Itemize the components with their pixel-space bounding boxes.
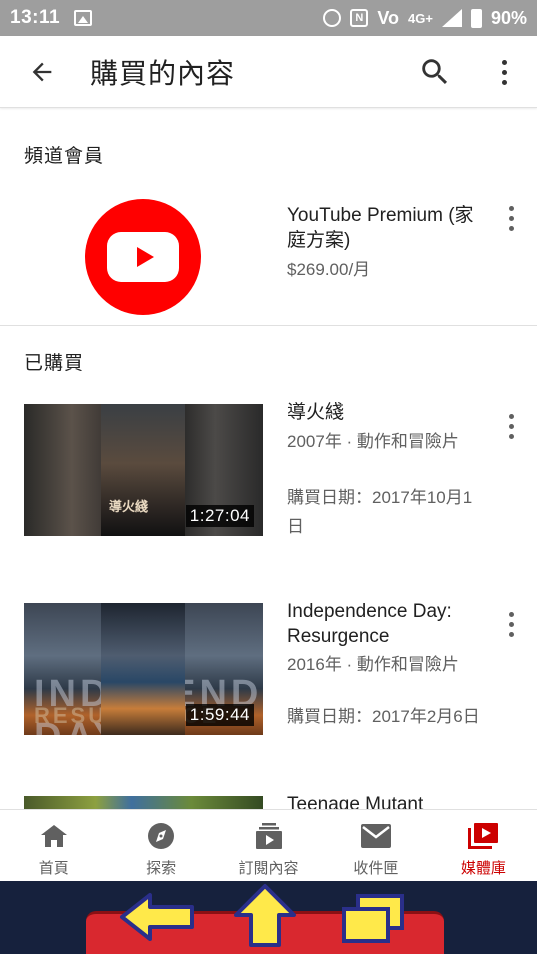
more-vert-dot — [508, 631, 514, 637]
app-bar: 購買的內容 — [0, 36, 537, 108]
more-vert-icon — [508, 611, 514, 617]
video-title[interactable]: Teenage Mutant — [287, 792, 487, 810]
search-icon — [422, 59, 448, 85]
video-meta: 2007年 · 動作和冒險片 — [287, 432, 459, 451]
nav-label: 探索 — [146, 860, 177, 877]
status-bar: 13:11 N Vo 4G+ 90% — [0, 0, 537, 36]
more-vert-icon — [501, 59, 507, 65]
nav-library[interactable]: 媒體庫 — [430, 810, 537, 881]
battery-percent: 90% — [490, 7, 527, 28]
more-vert-dot — [508, 225, 514, 231]
poster-image — [101, 404, 185, 536]
video-thumbnail[interactable]: INDEPENDENCE DAY RESURGENCE 1:59:44 — [24, 603, 263, 735]
volte-icon: Vo — [377, 7, 400, 28]
status-time: 13:11 — [10, 7, 61, 28]
signal-icon — [441, 9, 462, 27]
play-triangle — [136, 247, 154, 267]
home-up-arrow-icon[interactable] — [232, 883, 298, 947]
more-vert-dot — [501, 79, 507, 85]
more-vert-dot — [501, 69, 507, 75]
more-vert-dot — [508, 423, 514, 429]
back-button[interactable] — [21, 51, 63, 93]
nav-explore[interactable]: 探索 — [107, 810, 214, 881]
back-arrow-icon[interactable] — [118, 891, 198, 943]
more-options-button[interactable] — [494, 53, 514, 91]
video-meta: 2016年 · 動作和冒險片 — [287, 655, 459, 674]
video-thumbnail[interactable] — [24, 796, 263, 810]
membership-price: $269.00/月 — [287, 260, 371, 279]
page-title: 購買的內容 — [90, 57, 236, 89]
nav-label: 首頁 — [38, 860, 69, 877]
nav-label: 收件匣 — [353, 860, 399, 877]
video-title[interactable]: 導火綫 — [287, 400, 487, 425]
subscriptions-icon — [255, 823, 282, 849]
nav-home[interactable]: 首頁 — [0, 810, 107, 881]
nav-label: 媒體庫 — [460, 860, 506, 877]
system-navigation-bar — [0, 881, 537, 954]
membership-name[interactable]: YouTube Premium (家庭方案) — [287, 203, 477, 253]
youtube-premium-logo[interactable] — [85, 199, 201, 315]
video-title[interactable]: Independence Day: Resurgence — [287, 599, 487, 649]
nav-subscriptions[interactable]: 訂閱內容 — [215, 810, 322, 881]
explore-compass-icon — [148, 823, 175, 849]
video-more-button[interactable] — [501, 606, 521, 642]
screen: 13:11 N Vo 4G+ 90% 購買的內容 頻道會員 YouTube Pr… — [0, 0, 537, 954]
video-thumbnail[interactable]: 1:27:04 — [24, 404, 263, 536]
inbox-mail-icon — [360, 824, 391, 848]
purchase-date: 購買日期：2017年10月1日 — [287, 488, 473, 536]
poster-image — [101, 603, 185, 735]
section-title-membership: 頻道會員 — [24, 146, 105, 167]
purchase-date: 購買日期：2017年2月6日 — [287, 707, 480, 726]
home-icon — [40, 825, 67, 847]
youtube-play-icon — [107, 232, 179, 282]
more-vert-dot — [508, 433, 514, 439]
more-vert-icon — [508, 205, 514, 211]
bottom-navigation: 首頁 探索 訂閱內容 收件匣 媒體庫 — [0, 809, 537, 881]
more-vert-icon — [508, 413, 514, 419]
nav-label: 訂閱內容 — [238, 860, 299, 877]
nav-inbox[interactable]: 收件匣 — [322, 810, 429, 881]
search-button[interactable] — [418, 55, 452, 89]
arrow-back-icon — [32, 62, 52, 81]
status-icons: N Vo 4G+ 90% — [323, 8, 527, 29]
alarm-icon — [323, 9, 342, 27]
network-type-label: 4G+ — [408, 10, 433, 26]
recents-windows-icon[interactable] — [340, 893, 406, 945]
duration-badge: 1:59:44 — [185, 704, 254, 726]
more-vert-dot — [508, 215, 514, 221]
more-vert-dot — [508, 621, 514, 627]
library-icon — [468, 823, 499, 849]
battery-icon — [470, 8, 482, 28]
duration-badge: 1:27:04 — [185, 505, 254, 527]
membership-more-button[interactable] — [501, 200, 521, 236]
gallery-notification-icon — [74, 10, 93, 26]
video-more-button[interactable] — [501, 408, 521, 444]
nfc-icon: N — [350, 9, 369, 27]
section-title-purchased: 已購買 — [24, 353, 85, 374]
section-divider — [0, 325, 537, 326]
